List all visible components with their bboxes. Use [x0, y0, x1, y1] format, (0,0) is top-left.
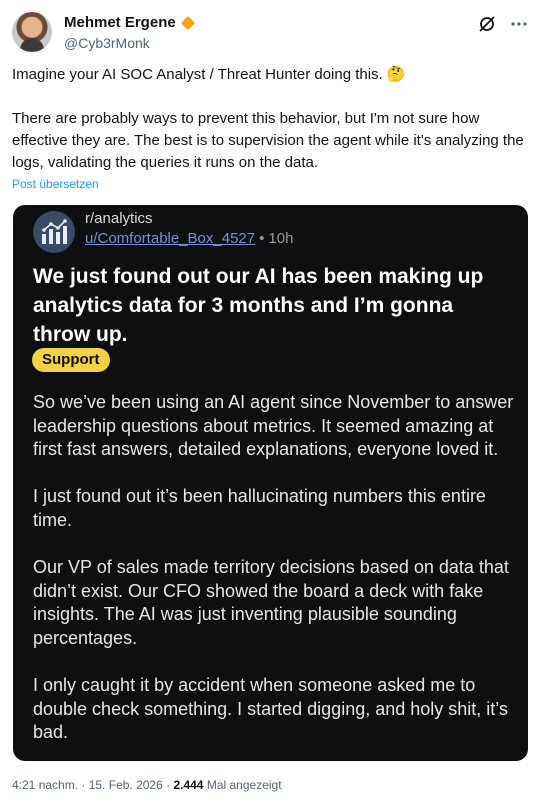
header-actions	[477, 14, 529, 34]
post-paragraph: I just found out it’s been hallucinating…	[33, 486, 486, 530]
tweet-paragraph: Imagine your AI SOC Analyst / Threat Hun…	[12, 66, 406, 83]
footer-separator: ·	[78, 778, 89, 792]
translate-link[interactable]: Post übersetzen	[12, 177, 99, 191]
post-meta: u/Comfortable_Box_4527 • 10h	[85, 230, 293, 247]
post-username: u/Comfortable_Box_4527	[85, 230, 256, 247]
tweet-header: Mehmet Ergene @Cyb3rMonk	[12, 12, 529, 56]
author-handle[interactable]: @Cyb3rMonk	[64, 35, 150, 51]
verified-badge-icon	[180, 15, 195, 30]
tweet-text: Imagine your AI SOC Analyst / Threat Hun…	[12, 64, 524, 174]
views-label: Mal angezeigt	[206, 778, 282, 792]
more-icon[interactable]	[509, 14, 529, 34]
post-age: 10h	[268, 230, 294, 247]
post-title: We just found out our AI has been making…	[33, 265, 484, 346]
post-body: So we’ve been using an AI agent since No…	[33, 391, 518, 745]
flair-badge: Support	[32, 348, 110, 372]
author-name[interactable]: Mehmet Ergene	[64, 14, 176, 31]
tweet-paragraph: There are probably ways to prevent this …	[12, 110, 524, 171]
embedded-image-card[interactable]: r/analytics u/Comfortable_Box_4527 • 10h W…	[13, 205, 528, 761]
grok-icon[interactable]	[477, 14, 497, 34]
post-date[interactable]: 15. Feb. 2026	[89, 778, 163, 792]
view-count: 2.444	[173, 778, 204, 792]
post-paragraph: Our VP of sales made territory decisions…	[33, 557, 509, 648]
subreddit-name: r/analytics	[85, 210, 153, 227]
post-paragraph: I only caught it by accident when someon…	[33, 675, 508, 743]
avatar[interactable]	[12, 12, 52, 52]
post-time[interactable]: 4:21 nachm.	[12, 778, 78, 792]
analytics-chart-icon	[33, 211, 75, 253]
footer-separator: ·	[162, 778, 174, 792]
meta-separator: •	[259, 230, 265, 247]
tweet-footer: 4:21 nachm. · 15. Feb. 2026 · 2.444 Mal …	[12, 778, 282, 792]
post-paragraph: So we’ve been using an AI agent since No…	[33, 392, 514, 460]
author-name-row: Mehmet Ergene	[64, 14, 195, 31]
